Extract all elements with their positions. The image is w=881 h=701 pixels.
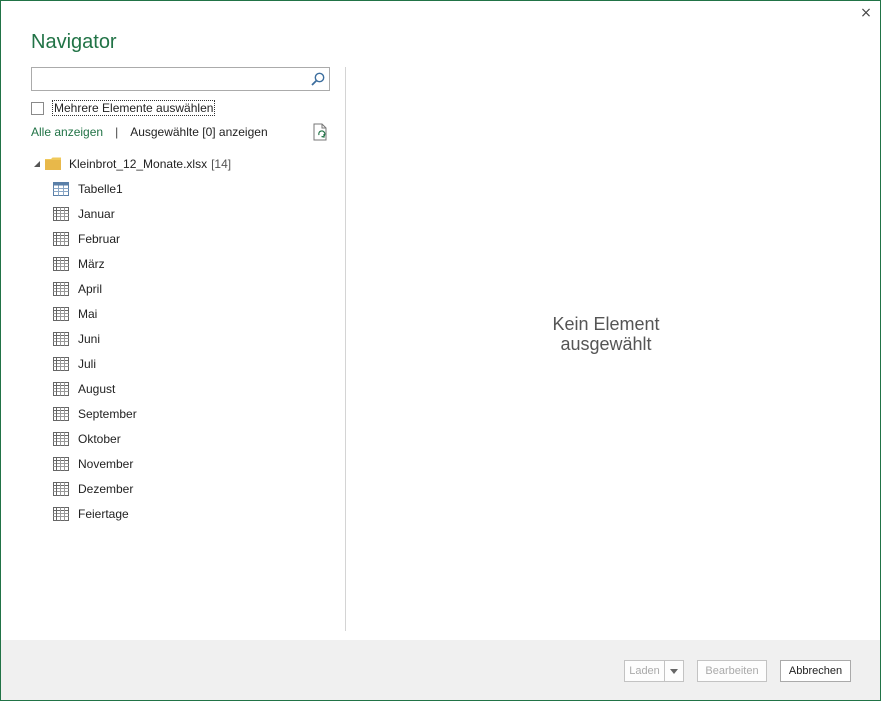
- sheet-icon: [53, 231, 69, 246]
- show-all-link[interactable]: Alle anzeigen: [31, 125, 103, 139]
- sheet-icon: [53, 406, 69, 421]
- tree-item-label: Februar: [78, 231, 121, 246]
- tree-item-label: Januar: [78, 206, 115, 221]
- multi-select-checkbox[interactable]: [31, 101, 44, 115]
- tree-item-label: Juli: [78, 356, 97, 371]
- table-icon: [53, 181, 69, 196]
- multi-select-label[interactable]: Mehrere Elemente auswählen: [52, 100, 216, 116]
- workbook-count: [14]: [211, 156, 232, 171]
- tree-item-label: Mai: [78, 306, 98, 321]
- load-dropdown-button[interactable]: [664, 660, 684, 682]
- tree-item-feiertage[interactable]: Feiertage: [31, 501, 331, 526]
- dialog-title: Navigator: [31, 31, 117, 53]
- sheet-icon: [53, 206, 69, 221]
- sheet-icon: [53, 256, 69, 271]
- sheet-icon: [53, 456, 69, 471]
- tree-item-dezember[interactable]: Dezember: [31, 476, 331, 501]
- tree-item-juli[interactable]: Juli: [31, 351, 331, 376]
- tree-item-label: November: [78, 456, 134, 471]
- edit-button[interactable]: Bearbeiten: [697, 660, 767, 682]
- show-selected-link[interactable]: Ausgewählte [0] anzeigen: [130, 125, 267, 139]
- tree-item-november[interactable]: November: [31, 451, 331, 476]
- tree-item-label: Juni: [78, 331, 101, 346]
- cancel-button[interactable]: Abbrechen: [780, 660, 851, 682]
- dialog-footer: Laden Bearbeiten Abbrechen: [1, 640, 880, 700]
- load-button[interactable]: Laden: [624, 660, 665, 682]
- preview-empty-message: Kein Element ausgewählt: [347, 314, 865, 354]
- tree-item-label: September: [78, 406, 137, 421]
- tree-root-workbook[interactable]: Kleinbrot_12_Monate.xlsx [14]: [31, 151, 331, 176]
- navigator-tree: Kleinbrot_12_Monate.xlsx [14] Tabelle1 J…: [31, 151, 331, 526]
- sheet-icon: [53, 431, 69, 446]
- sheet-icon: [53, 506, 69, 521]
- link-separator: |: [115, 125, 119, 139]
- tree-item-oktober[interactable]: Oktober: [31, 426, 331, 451]
- tree-item-april[interactable]: April: [31, 276, 331, 301]
- folder-icon: [45, 157, 61, 170]
- sheet-icon: [53, 281, 69, 296]
- search-field[interactable]: [31, 67, 330, 91]
- tree-item-tabelle1[interactable]: Tabelle1: [31, 176, 331, 201]
- sheet-icon: [53, 481, 69, 496]
- tree-item-september[interactable]: September: [31, 401, 331, 426]
- sheet-icon: [53, 356, 69, 371]
- empty-message-line2: ausgewählt: [560, 334, 652, 354]
- tree-item-label: April: [78, 281, 103, 296]
- tree-item-juni[interactable]: Juni: [31, 326, 331, 351]
- search-input[interactable]: [32, 68, 310, 88]
- chevron-down-icon: [670, 668, 678, 674]
- tree-item-label: Tabelle1: [78, 181, 123, 196]
- workbook-name: Kleinbrot_12_Monate.xlsx: [69, 156, 208, 171]
- tree-item-maerz[interactable]: März: [31, 251, 331, 276]
- tree-item-label: Dezember: [78, 481, 134, 496]
- refresh-icon[interactable]: [312, 123, 328, 141]
- tree-item-mai[interactable]: Mai: [31, 301, 331, 326]
- panel-divider: [345, 67, 346, 631]
- sheet-icon: [53, 381, 69, 396]
- collapse-triangle-icon[interactable]: [33, 160, 41, 168]
- empty-message-line1: Kein Element: [552, 314, 660, 334]
- tree-item-februar[interactable]: Februar: [31, 226, 331, 251]
- search-icon[interactable]: [310, 71, 326, 87]
- tree-item-label: Oktober: [78, 431, 121, 446]
- navigator-dialog: × Navigator Mehrere Elemente auswählen A…: [0, 0, 881, 701]
- tree-item-januar[interactable]: Januar: [31, 201, 331, 226]
- tree-item-august[interactable]: August: [31, 376, 331, 401]
- sheet-icon: [53, 306, 69, 321]
- multi-select-row[interactable]: Mehrere Elemente auswählen: [31, 100, 216, 116]
- tree-item-label: Feiertage: [78, 506, 129, 521]
- sheet-icon: [53, 331, 69, 346]
- tree-item-label: August: [78, 381, 116, 396]
- tree-item-label: März: [78, 256, 105, 271]
- close-button[interactable]: ×: [858, 5, 874, 21]
- view-links: Alle anzeigen | Ausgewählte [0] anzeigen: [31, 125, 268, 139]
